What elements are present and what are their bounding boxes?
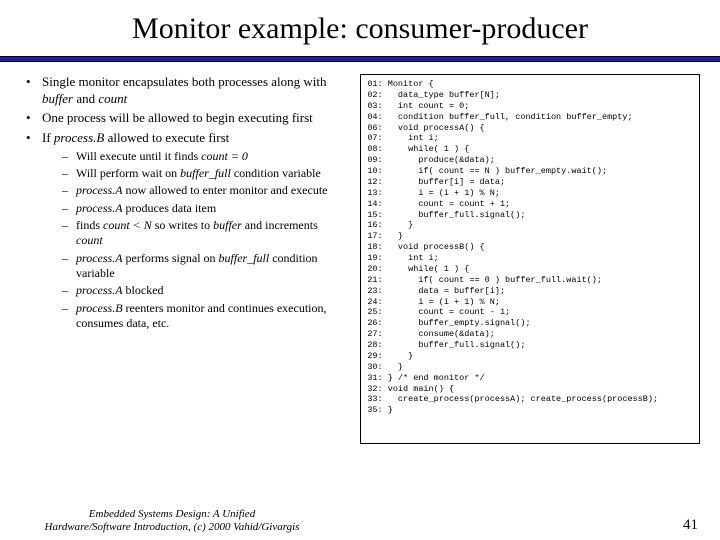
sub-4: process.A produces data item [42,201,346,216]
bullet-column: Single monitor encapsulates both process… [20,74,346,444]
code-column: 01: Monitor { 02: data_type buffer[N]; 0… [360,74,700,444]
sub-1: Will execute until it finds count = 0 [42,149,346,164]
page-number: 41 [683,517,698,534]
bullet-2: One process will be allowed to begin exe… [20,110,346,127]
title-rule [0,56,720,62]
code-listing: 01: Monitor { 02: data_type buffer[N]; 0… [360,74,700,444]
sub-6: process.A performs signal on buffer_full… [42,251,346,282]
slide: Monitor example: consumer-producer Singl… [0,0,720,540]
sub-7: process.A blocked [42,283,346,298]
sub-5: finds count < N so writes to buffer and … [42,218,346,249]
slide-title: Monitor example: consumer-producer [20,12,700,46]
bullet-3: If process.B allowed to execute first Wi… [20,130,346,332]
footer: Embedded Systems Design: A Unified Hardw… [0,508,720,534]
bullet-1: Single monitor encapsulates both process… [20,74,346,107]
sub-3: process.A now allowed to enter monitor a… [42,183,346,198]
sub-8: process.B reenters monitor and continues… [42,301,346,332]
slide-body: Single monitor encapsulates both process… [20,74,700,444]
sub-2: Will perform wait on buffer_full conditi… [42,166,346,181]
footer-citation: Embedded Systems Design: A Unified Hardw… [22,508,322,534]
